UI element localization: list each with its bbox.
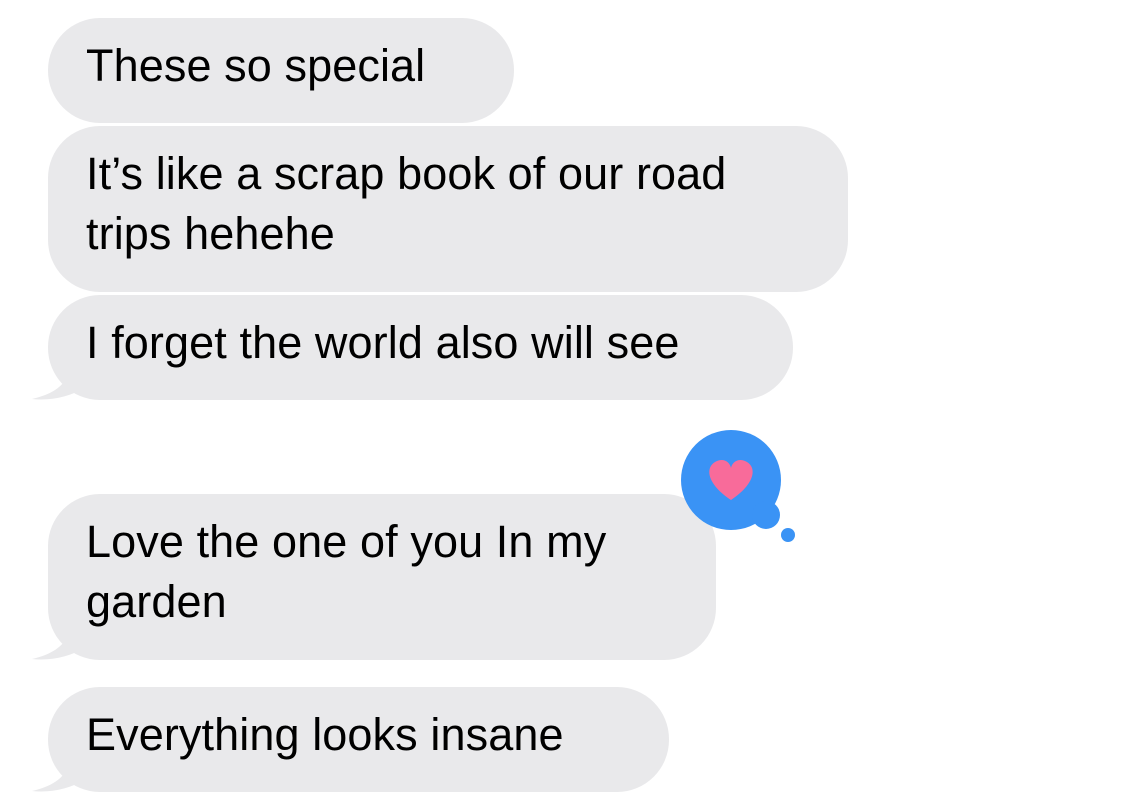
- message-bubble[interactable]: Everything looks insane: [48, 687, 669, 792]
- message-bubble[interactable]: These so special: [48, 18, 514, 123]
- message-text: Everything looks insane: [86, 709, 564, 760]
- message-thread: These so special It’s like a scrap book …: [0, 0, 1125, 801]
- message-bubble[interactable]: It’s like a scrap book of our road trips…: [48, 126, 848, 292]
- message-text: trips hehehe: [86, 208, 335, 259]
- message-text: I forget the world also will see: [86, 317, 680, 368]
- message-text: These so special: [86, 40, 426, 91]
- heart-icon: [681, 430, 795, 542]
- message-text: Love the one of you In my: [86, 516, 607, 567]
- bubble-tail: [30, 623, 90, 663]
- bubble-tail: [30, 363, 90, 403]
- bubble-tail: [30, 755, 90, 795]
- heart-reaction[interactable]: [681, 430, 801, 550]
- message-text: It’s like a scrap book of our road: [86, 148, 727, 199]
- message-bubble[interactable]: Love the one of you In my garden: [48, 494, 716, 660]
- message-text: garden: [86, 576, 227, 627]
- message-bubble[interactable]: I forget the world also will see: [48, 295, 793, 400]
